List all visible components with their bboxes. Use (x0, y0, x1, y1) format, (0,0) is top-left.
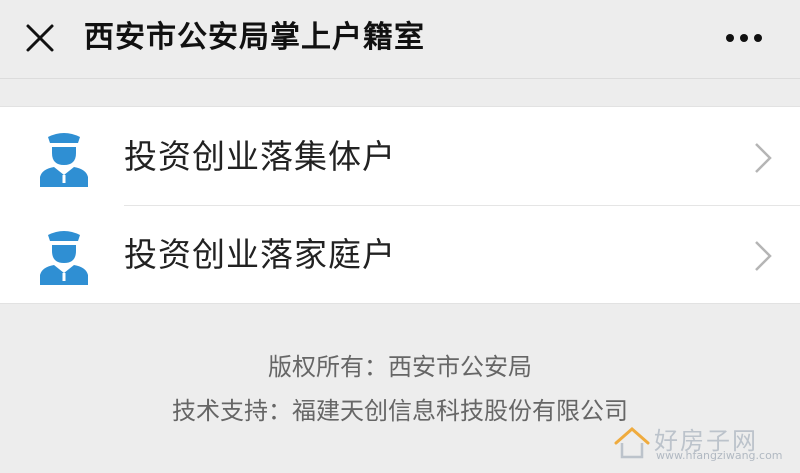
chevron-right-icon (752, 238, 774, 274)
watermark-logo: 好房子网 www.hfangziwang.com (612, 419, 783, 467)
chevron-right-icon (752, 140, 774, 176)
more-button[interactable] (724, 22, 764, 54)
list-item-label: 投资创业落家庭户 (124, 235, 396, 274)
watermark-url: www.hfangziwang.com (656, 449, 783, 462)
list-item-label: 投资创业落集体户 (124, 137, 396, 176)
house-logo-icon (614, 427, 650, 459)
police-officer-icon (36, 129, 92, 187)
top-bar: 西安市公安局掌上户籍室 (0, 0, 800, 79)
close-button[interactable] (22, 20, 58, 56)
copyright-text: 版权所有：西安市公安局 (268, 353, 532, 381)
list-item-collective-household[interactable]: 投资创业落集体户 (0, 107, 800, 206)
police-officer-icon (36, 227, 92, 285)
more-icon (726, 34, 762, 42)
menu-list: 投资创业落集体户 投资创业落家庭户 (0, 106, 800, 304)
list-item-family-household[interactable]: 投资创业落家庭户 (0, 205, 800, 303)
close-icon (26, 24, 54, 52)
page-title: 西安市公安局掌上户籍室 (84, 20, 425, 55)
